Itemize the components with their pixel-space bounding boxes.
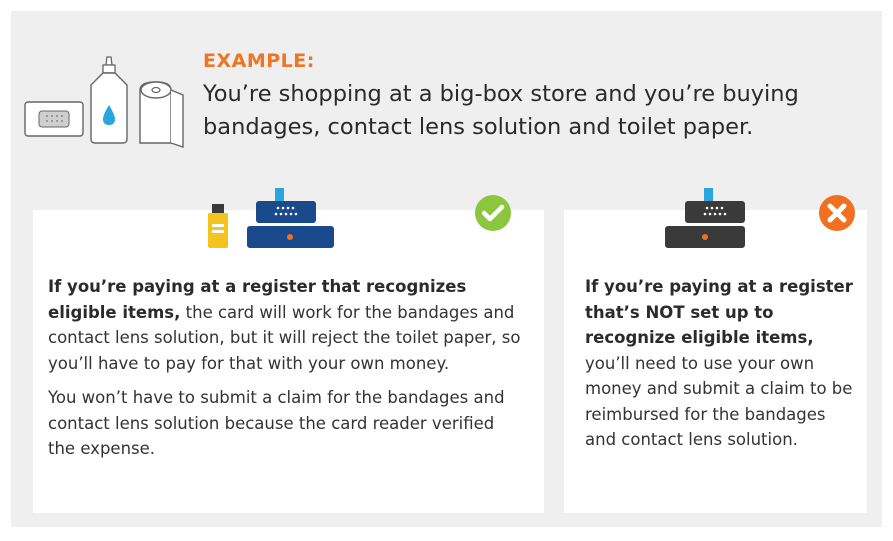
contact-lens-solution-icon — [90, 56, 128, 144]
bottle-icon — [208, 204, 228, 248]
eligible-register-text: If you’re paying at a register that reco… — [48, 274, 523, 471]
non-eligible-register-text: If you’re paying at a register that’s NO… — [585, 274, 860, 453]
toilet-paper-icon — [139, 81, 184, 148]
x-icon — [819, 195, 855, 231]
cash-register-icon — [247, 188, 334, 248]
non-eligible-register-rest: you’ll need to use your own money and su… — [585, 353, 853, 450]
bandage-icon — [24, 101, 84, 137]
example-label: EXAMPLE: — [203, 50, 315, 72]
check-icon — [475, 195, 511, 231]
eligible-register-paragraph-2: You won’t have to submit a claim for the… — [48, 388, 505, 458]
cash-register-icon — [665, 188, 745, 248]
example-items-icons — [24, 56, 184, 148]
non-eligible-register-bold: If you’re paying at a register that’s NO… — [585, 277, 853, 347]
non-eligible-register-paragraph: If you’re paying at a register that’s NO… — [585, 274, 860, 453]
example-text: You’re shopping at a big-box store and y… — [203, 81, 799, 140]
register-with-bottle-icon — [208, 188, 334, 248]
eligible-register-paragraph-1: If you’re paying at a register that reco… — [48, 274, 523, 376]
